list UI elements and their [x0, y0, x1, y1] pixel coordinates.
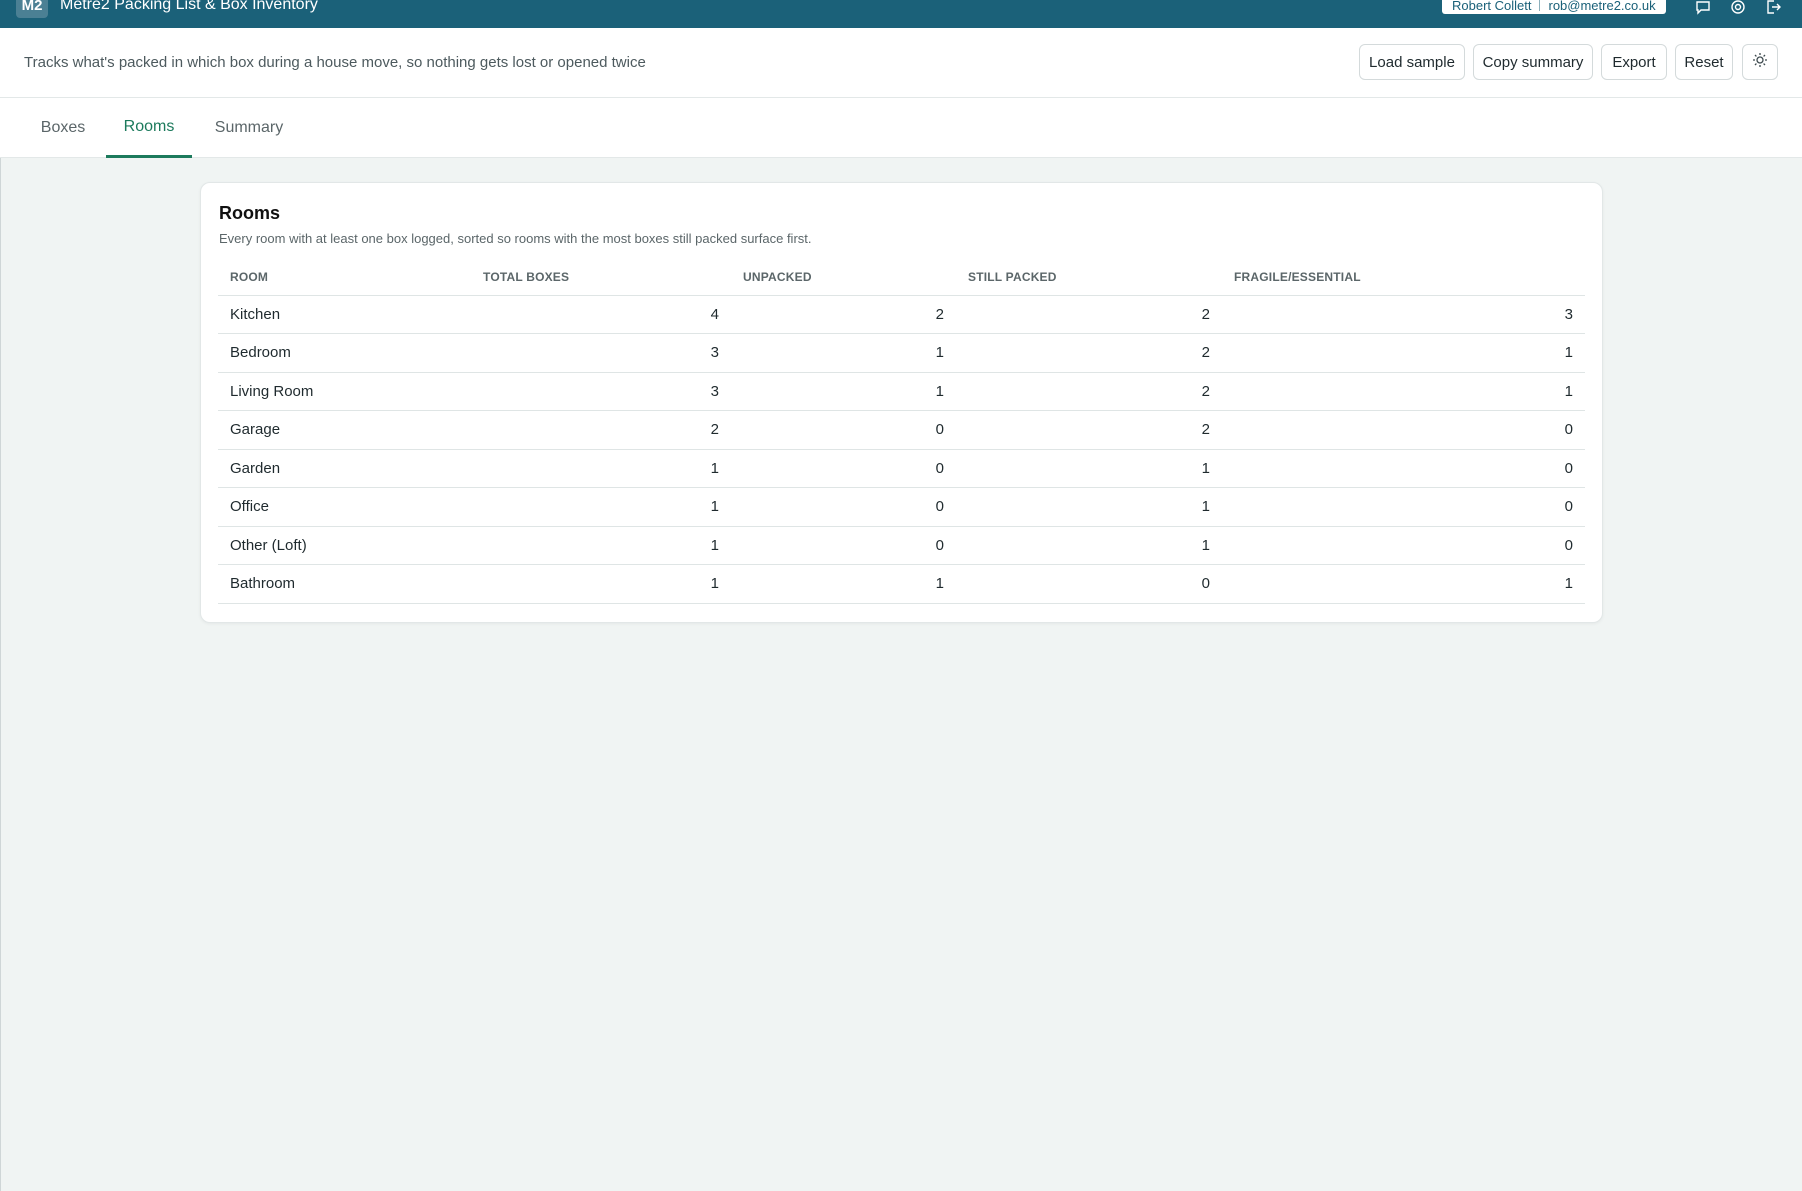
cell-room: Bathroom	[218, 564, 471, 604]
cell-total-boxes: 4	[471, 295, 731, 334]
table-row[interactable]: Living Room 3 1 2 1	[218, 372, 1585, 411]
cell-room: Bedroom	[218, 333, 471, 373]
user-name: Robert Collett	[1452, 0, 1532, 13]
cell-fragile-essential: 1	[1222, 333, 1585, 373]
sub-header: Tracks what's packed in which box during…	[0, 28, 1802, 98]
cell-still-packed: 1	[956, 526, 1222, 565]
rooms-table-header-row: Room Total boxes Unpacked Still packed F…	[218, 259, 1585, 296]
app-tagline: Tracks what's packed in which box during…	[24, 54, 646, 71]
table-row[interactable]: Kitchen 4 2 2 3	[218, 295, 1585, 334]
app-title: Metre2 Packing List & Box Inventory	[60, 0, 318, 13]
user-email: rob@metre2.co.uk	[1548, 0, 1656, 13]
cell-fragile-essential: 0	[1222, 410, 1585, 450]
table-row[interactable]: Other (Loft) 1 0 1 0	[218, 526, 1585, 565]
column-header-still-packed[interactable]: Still packed	[956, 259, 1222, 296]
column-header-total-boxes[interactable]: Total boxes	[471, 259, 731, 296]
cell-still-packed: 1	[956, 449, 1222, 488]
cell-room: Office	[218, 487, 471, 527]
cell-unpacked: 0	[731, 410, 956, 450]
cell-room: Garden	[218, 449, 471, 488]
user-chip[interactable]: Robert Collett rob@metre2.co.uk	[1442, 0, 1666, 14]
user-chip-divider	[1539, 0, 1541, 11]
settings-icon[interactable]	[1729, 0, 1747, 16]
rooms-table: Room Total boxes Unpacked Still packed F…	[218, 259, 1585, 604]
cell-unpacked: 2	[731, 295, 956, 334]
cell-fragile-essential: 1	[1222, 564, 1585, 604]
cell-room: Kitchen	[218, 295, 471, 334]
table-row[interactable]: Bedroom 3 1 2 1	[218, 333, 1585, 373]
cell-total-boxes: 1	[471, 487, 731, 527]
theme-toggle-button[interactable]	[1742, 44, 1778, 80]
cell-unpacked: 0	[731, 526, 956, 565]
cell-room: Living Room	[218, 372, 471, 411]
theme-toggle-icon	[1752, 52, 1768, 72]
brand-badge: M2	[16, 0, 48, 18]
cell-unpacked: 0	[731, 487, 956, 527]
table-row[interactable]: Garden 1 0 1 0	[218, 449, 1585, 488]
cell-total-boxes: 1	[471, 564, 731, 604]
export-button[interactable]: Export	[1601, 44, 1667, 80]
chat-icon[interactable]	[1694, 0, 1712, 16]
cell-total-boxes: 1	[471, 449, 731, 488]
cell-fragile-essential: 3	[1222, 295, 1585, 334]
cell-room: Other (Loft)	[218, 526, 471, 565]
window-edge	[0, 28, 1, 1191]
cell-total-boxes: 3	[471, 333, 731, 373]
cell-unpacked: 1	[731, 372, 956, 411]
cell-still-packed: 2	[956, 372, 1222, 411]
logout-icon[interactable]	[1764, 0, 1782, 16]
rooms-card-description: Every room with at least one box logged,…	[219, 231, 812, 246]
rooms-card-title: Rooms	[219, 203, 281, 223]
cell-still-packed: 2	[956, 295, 1222, 334]
tab-rooms[interactable]: Rooms	[106, 98, 192, 158]
cell-fragile-essential: 0	[1222, 526, 1585, 565]
column-header-fragile-essential[interactable]: Fragile/Essential	[1222, 259, 1585, 296]
table-row[interactable]: Garage 2 0 2 0	[218, 410, 1585, 450]
cell-total-boxes: 2	[471, 410, 731, 450]
tab-bar: Boxes Rooms Summary	[0, 98, 1802, 158]
copy-summary-button[interactable]: Copy summary	[1473, 44, 1593, 80]
column-header-unpacked[interactable]: Unpacked	[731, 259, 956, 296]
cell-unpacked: 0	[731, 449, 956, 488]
top-bar: M2 Metre2 Packing List & Box Inventory R…	[0, 0, 1802, 28]
tab-summary[interactable]: Summary	[198, 98, 300, 158]
cell-fragile-essential: 0	[1222, 449, 1585, 488]
table-row[interactable]: Office 1 0 1 0	[218, 487, 1585, 527]
cell-still-packed: 2	[956, 410, 1222, 450]
column-header-room[interactable]: Room	[218, 259, 471, 296]
cell-still-packed: 0	[956, 564, 1222, 604]
tab-boxes[interactable]: Boxes	[24, 98, 102, 158]
table-row[interactable]: Bathroom 1 1 0 1	[218, 564, 1585, 604]
cell-still-packed: 2	[956, 333, 1222, 373]
reset-button[interactable]: Reset	[1675, 44, 1733, 80]
rooms-card: Rooms Every room with at least one box l…	[200, 182, 1603, 623]
load-sample-button[interactable]: Load sample	[1359, 44, 1465, 80]
cell-room: Garage	[218, 410, 471, 450]
cell-unpacked: 1	[731, 333, 956, 373]
cell-unpacked: 1	[731, 564, 956, 604]
cell-total-boxes: 3	[471, 372, 731, 411]
cell-fragile-essential: 1	[1222, 372, 1585, 411]
cell-still-packed: 1	[956, 487, 1222, 527]
cell-fragile-essential: 0	[1222, 487, 1585, 527]
cell-total-boxes: 1	[471, 526, 731, 565]
